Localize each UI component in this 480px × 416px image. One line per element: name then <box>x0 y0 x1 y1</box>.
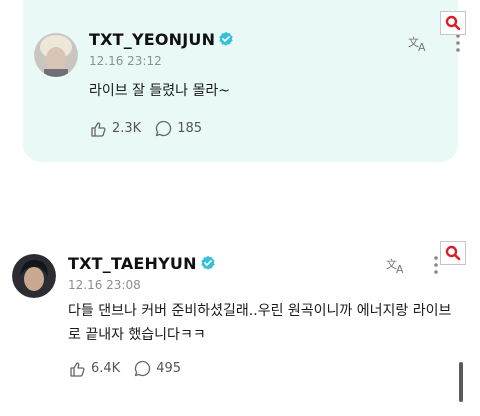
timestamp: 12.16 23:12 <box>89 54 162 68</box>
comment-count: 495 <box>156 361 182 376</box>
comment-icon <box>156 120 172 137</box>
more-icon[interactable] <box>455 33 461 53</box>
post-text: 다들 댄브나 커버 준비하셨길래..우린 원곡이니까 에너지랑 라이브로 끝내자… <box>68 303 452 343</box>
like-icon <box>91 121 106 137</box>
search-button[interactable] <box>440 11 466 35</box>
svg-text:A: A <box>418 41 426 52</box>
scrollbar[interactable] <box>459 362 463 402</box>
timestamp: 12.16 23:08 <box>68 278 141 292</box>
more-icon[interactable] <box>433 255 439 275</box>
post-stats: 6.4K 495 <box>68 360 195 377</box>
like-icon <box>70 361 85 377</box>
username[interactable]: TXT_YEONJUN <box>89 30 234 49</box>
avatar[interactable] <box>34 33 78 77</box>
like-count: 6.4K <box>91 361 121 376</box>
username[interactable]: TXT_TAEHYUN <box>68 254 216 273</box>
like-count: 2.3K <box>112 121 142 136</box>
translate-icon[interactable]: 文 A <box>408 34 430 52</box>
verified-icon <box>201 255 215 270</box>
post-card-taehyun: TXT_TAEHYUN 12.16 23:08 다들 댄브나 커버 준비하셨길래… <box>0 230 480 416</box>
avatar[interactable] <box>12 254 56 298</box>
post-text: 라이브 잘 들렸나 몰라~ <box>89 83 231 99</box>
post-card-yeonjun: TXT_YEONJUN 12.16 23:12 라이브 잘 들렸나 몰라~ 2.… <box>23 0 466 162</box>
comment-count: 185 <box>177 121 203 136</box>
search-button[interactable] <box>440 241 466 265</box>
svg-text:A: A <box>396 263 404 274</box>
post-stats: 2.3K 185 <box>89 120 216 137</box>
translate-icon[interactable]: 文 A <box>386 256 408 274</box>
search-icon <box>445 15 461 31</box>
verified-icon <box>219 31 233 46</box>
comment-icon <box>135 360 151 377</box>
comment-button[interactable]: 495 <box>134 360 181 377</box>
search-icon <box>445 245 461 261</box>
comment-button[interactable]: 185 <box>155 120 202 137</box>
like-button[interactable]: 6.4K <box>68 361 120 377</box>
like-button[interactable]: 2.3K <box>89 121 141 137</box>
